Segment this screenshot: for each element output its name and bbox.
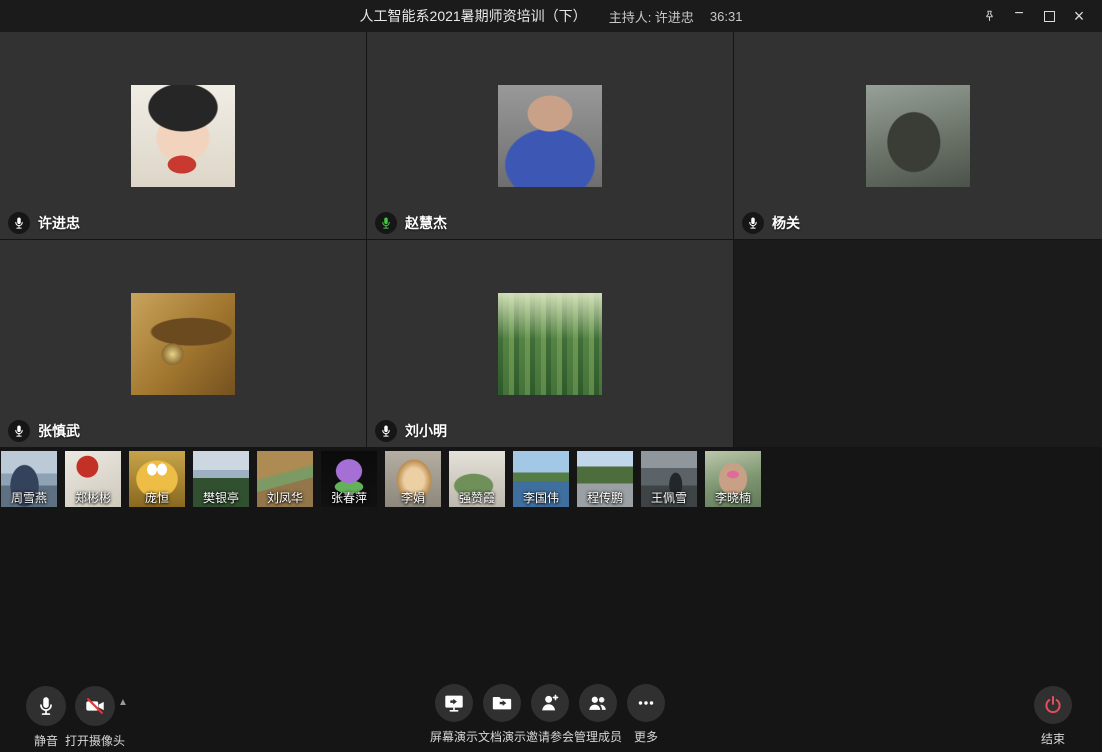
titlebar: 人工智能系2021暑期师资培训（下） 主持人: 许进忠 36:31 − × (0, 0, 1102, 32)
close-button[interactable]: × (1064, 0, 1094, 32)
maximize-icon (1044, 11, 1055, 22)
mic-active-icon (375, 212, 397, 234)
participant-thumbnail[interactable]: 樊银亭 (193, 451, 249, 507)
thumbnail-name: 李娟 (385, 489, 441, 506)
doc-share-icon (483, 684, 521, 722)
participant-avatar (131, 293, 235, 395)
thumbnail-name: 强赞霞 (449, 489, 505, 506)
thumbnail-name: 程传鹏 (577, 489, 633, 506)
participant-thumbnail[interactable]: 周雪燕 (1, 451, 57, 507)
participant-avatar (498, 293, 602, 395)
participant-avatar (866, 85, 970, 187)
participant-name: 刘小明 (405, 421, 447, 441)
thumbnail-name: 王佩雪 (641, 489, 697, 506)
doc-share-button[interactable]: 文档演示 (478, 684, 526, 745)
thumbnail-name: 刘凤华 (257, 489, 313, 506)
participant-thumbnail[interactable]: 强赞霞 (449, 451, 505, 507)
screen-share-icon (435, 684, 473, 722)
microphone-icon (26, 686, 66, 726)
window-controls: − × (974, 0, 1094, 32)
thumbnail-name: 庞恒 (129, 489, 185, 506)
meeting-window: 人工智能系2021暑期师资培训（下） 主持人: 许进忠 36:31 − × 许进… (0, 0, 1102, 752)
manage-members-label: 管理成员 (574, 728, 622, 745)
participant-name: 赵慧杰 (405, 213, 447, 233)
mic-status-icon (375, 420, 397, 442)
mic-status-icon (742, 212, 764, 234)
thumbnail-name: 李国伟 (513, 489, 569, 506)
thumbnail-name: 张春萍 (321, 489, 377, 506)
minimize-icon: − (1014, 6, 1023, 22)
center-tools: 屏幕演示 文档演示 邀请参会 管理成员 (430, 684, 670, 745)
participant-thumbnail[interactable]: 刘凤华 (257, 451, 313, 507)
participant-namebar: 许进忠 (8, 212, 80, 234)
participant-thumbnail[interactable]: 张春萍 (321, 451, 377, 507)
host-label: 主持人: 许进忠 (609, 7, 694, 26)
camera-button[interactable]: 打开摄像头 (75, 686, 115, 749)
thumbnail-name: 郑彬彬 (65, 489, 121, 506)
more-label: 更多 (634, 728, 658, 745)
screen-share-label: 屏幕演示 (430, 728, 478, 745)
mute-label: 静音 (34, 732, 58, 749)
screen-share-button[interactable]: 屏幕演示 (430, 684, 478, 745)
video-tile[interactable]: 刘小明 (367, 240, 733, 447)
mic-status-icon (8, 212, 30, 234)
empty-grid-cell (734, 240, 1102, 447)
end-meeting-button[interactable]: 结束 (1033, 686, 1073, 747)
more-dots-icon (627, 684, 665, 722)
camera-off-icon (75, 686, 115, 726)
doc-share-label: 文档演示 (478, 728, 526, 745)
thumbnail-name: 周雪燕 (1, 489, 57, 506)
participant-namebar: 张慎武 (8, 420, 80, 442)
participant-thumbnail[interactable]: 李国伟 (513, 451, 569, 507)
thumbnail-name: 李晓楠 (705, 489, 761, 506)
participant-namebar: 刘小明 (375, 420, 447, 442)
participant-filmstrip: 周雪燕 郑彬彬 庞恒 樊银亭 刘凤华 张春萍 李娟 强赞霞 李国伟 程传鹏 王佩… (1, 451, 761, 507)
manage-members-button[interactable]: 管理成员 (574, 684, 622, 745)
mic-status-icon (8, 420, 30, 442)
invite-label: 邀请参会 (526, 728, 574, 745)
video-tile[interactable]: 赵慧杰 (367, 32, 733, 239)
end-meeting-label: 结束 (1041, 730, 1065, 747)
participant-thumbnail[interactable]: 王佩雪 (641, 451, 697, 507)
participant-thumbnail[interactable]: 李娟 (385, 451, 441, 507)
participant-name: 杨关 (772, 213, 800, 233)
close-icon: × (1074, 7, 1085, 25)
participant-avatar (498, 85, 602, 187)
mute-button[interactable]: 静音 (26, 686, 66, 749)
meeting-timer: 36:31 (710, 9, 743, 24)
members-icon (579, 684, 617, 722)
participant-avatar (131, 85, 235, 187)
invite-person-icon (531, 684, 569, 722)
participant-thumbnail[interactable]: 程传鹏 (577, 451, 633, 507)
video-tile[interactable]: 张慎武 (0, 240, 366, 447)
title-group: 人工智能系2021暑期师资培训（下） 主持人: 许进忠 36:31 (360, 0, 743, 32)
participant-thumbnail[interactable]: 郑彬彬 (65, 451, 121, 507)
participant-namebar: 赵慧杰 (375, 212, 447, 234)
power-icon (1034, 686, 1072, 724)
camera-label: 打开摄像头 (65, 732, 125, 749)
maximize-button[interactable] (1034, 0, 1064, 32)
pin-icon[interactable] (974, 0, 1004, 32)
invite-button[interactable]: 邀请参会 (526, 684, 574, 745)
thumbnail-name: 樊银亭 (193, 489, 249, 506)
participant-thumbnail[interactable]: 李晓楠 (705, 451, 761, 507)
participant-thumbnail[interactable]: 庞恒 (129, 451, 185, 507)
video-tile[interactable]: 杨关 (734, 32, 1102, 239)
participant-namebar: 杨关 (742, 212, 800, 234)
meeting-title: 人工智能系2021暑期师资培训（下） (360, 6, 587, 26)
participant-name: 许进忠 (38, 213, 80, 233)
participant-name: 张慎武 (38, 421, 80, 441)
video-tile[interactable]: 许进忠 (0, 32, 366, 239)
more-button[interactable]: 更多 (622, 684, 670, 745)
minimize-button[interactable]: − (1004, 0, 1034, 32)
camera-options-caret[interactable]: ▲ (118, 698, 128, 708)
bottom-toolbar: 静音 打开摄像头 ▲ 屏幕演示 文档演示 (0, 684, 1102, 752)
